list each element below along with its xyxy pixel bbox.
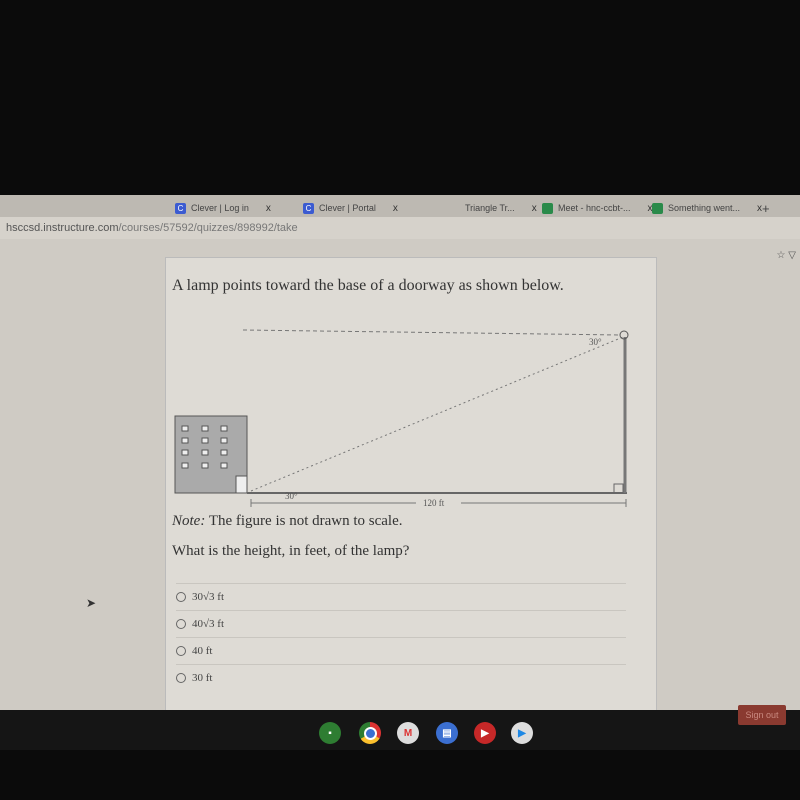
radio-button[interactable] <box>176 619 186 629</box>
tab-label: Something went... <box>668 203 741 213</box>
os-shelf: ▪ M ▤ ▶ ▶ <box>0 710 800 750</box>
meet-icon <box>542 202 553 214</box>
play-store-icon[interactable]: ▶ <box>511 722 533 744</box>
classroom-icon[interactable]: ▪ <box>319 722 341 744</box>
quiz-question-card: A lamp points toward the base of a doorw… <box>165 257 657 714</box>
horizontal-dashed-line <box>242 329 622 336</box>
answer-option[interactable]: 30 ft <box>176 664 626 691</box>
clever-icon: C <box>303 202 314 214</box>
angle-top-label: 30° <box>589 337 602 347</box>
tab-label: Clever | Portal <box>319 203 376 213</box>
tab-triangle[interactable]: Triangle Tr... x <box>465 199 537 217</box>
angle-bottom-label: 30° <box>285 491 298 501</box>
tab-meet[interactable]: Meet - hnc-ccbt-... x <box>542 199 653 217</box>
answer-option[interactable]: 40 ft <box>176 637 626 664</box>
note-body: The figure is not drawn to scale. <box>208 513 403 529</box>
distance-label: 120 ft <box>423 498 445 508</box>
note-text: Note: The figure is not drawn to scale. <box>172 513 403 530</box>
url-path: /courses/57592/quizzes/898992/take <box>118 222 298 234</box>
meet-icon <box>652 202 663 214</box>
tab-strip: C Clever | Log in x C Clever | Portal x Tria… <box>0 195 800 217</box>
tab-label: Meet - hnc-ccbt-... <box>558 203 631 213</box>
right-angle-marker <box>613 483 624 494</box>
doorway <box>235 475 248 494</box>
close-tab-icon[interactable]: x <box>266 203 271 214</box>
clever-icon: C <box>175 202 186 214</box>
tab-label: Triangle Tr... <box>465 203 515 213</box>
docs-icon[interactable]: ▤ <box>436 722 458 744</box>
bookmark-star-icon[interactable]: ☆ <box>777 250 786 261</box>
sign-out-button[interactable]: Sign out <box>738 705 786 725</box>
question-ask: What is the height, in feet, of the lamp… <box>172 543 410 559</box>
answer-option[interactable]: 40√3 ft <box>176 610 626 637</box>
url-host: hsccsd.instructure.com <box>6 222 119 234</box>
answer-option[interactable]: 30√3 ft <box>176 583 626 610</box>
option-label: 40√3 ft <box>192 618 225 630</box>
tab-clever-portal[interactable]: C Clever | Portal x <box>303 199 398 217</box>
light-beam-line <box>250 336 624 492</box>
tab-clever-login[interactable]: C Clever | Log in x <box>175 199 271 217</box>
browser-window: C Clever | Log in x C Clever | Portal x Tria… <box>0 195 800 714</box>
mouse-cursor-icon: ➤ <box>86 596 97 610</box>
radio-button[interactable] <box>176 673 186 683</box>
note-label: Note: <box>172 513 206 529</box>
option-label: 30 ft <box>192 672 213 684</box>
radio-button[interactable] <box>176 646 186 656</box>
address-bar[interactable]: hsccsd.instructure.com/courses/57592/qui… <box>0 217 800 239</box>
chrome-icon[interactable] <box>359 722 381 744</box>
tab-label: Clever | Log in <box>191 203 249 213</box>
question-prompt: A lamp points toward the base of a doorw… <box>172 277 564 294</box>
lamp-doorway-figure: 30° 30° 120 ft <box>174 329 629 508</box>
option-label: 30√3 ft <box>192 591 225 603</box>
close-tab-icon[interactable]: x <box>532 203 537 214</box>
extension-icon[interactable]: ▽ <box>788 250 796 261</box>
radio-button[interactable] <box>176 592 186 602</box>
close-tab-icon[interactable]: x <box>393 203 398 214</box>
gmail-icon[interactable]: M <box>397 722 419 744</box>
new-tab-button[interactable]: + <box>762 199 770 217</box>
option-label: 40 ft <box>192 645 213 657</box>
tab-something-went-wrong[interactable]: Something went... x <box>652 199 762 217</box>
youtube-icon[interactable]: ▶ <box>474 722 496 744</box>
